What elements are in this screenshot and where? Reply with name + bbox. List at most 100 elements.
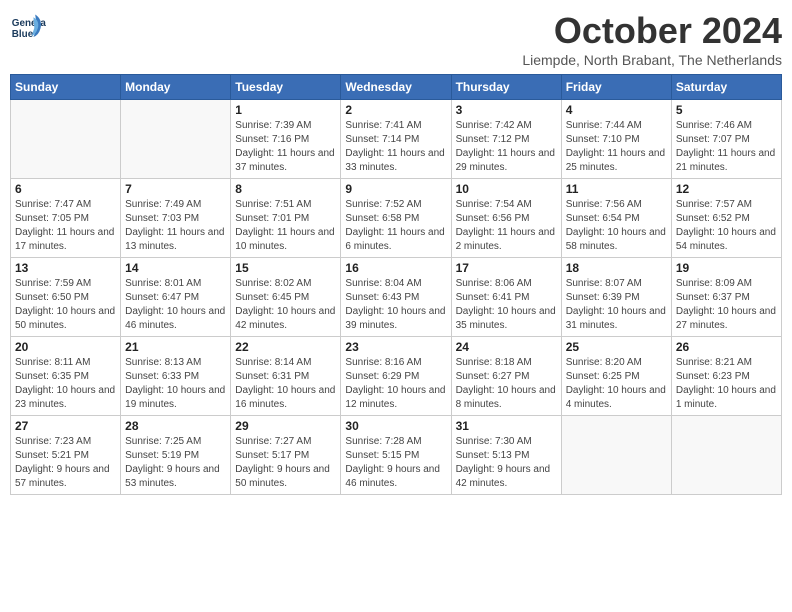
calendar-cell: 28 Sunrise: 7:25 AMSunset: 5:19 PMDayligh… <box>121 416 231 495</box>
calendar-week-2: 6 Sunrise: 7:47 AMSunset: 7:05 PMDaylight… <box>11 179 782 258</box>
month-title: October 2024 <box>522 10 782 52</box>
day-number: 14 <box>125 261 226 275</box>
column-header-saturday: Saturday <box>671 75 781 100</box>
day-detail: Sunrise: 7:56 AMSunset: 6:54 PMDaylight:… <box>566 198 667 254</box>
day-detail: Sunrise: 8:02 AMSunset: 6:45 PMDaylight:… <box>235 277 336 333</box>
day-number: 23 <box>345 340 446 354</box>
calendar-cell <box>11 100 121 179</box>
calendar-cell: 26Sunrise: 8:21 AMSunset: 6:23 PMDayligh… <box>671 337 781 416</box>
day-detail: Sunrise: 7:44 AMSunset: 7:10 PMDaylight:… <box>566 119 667 175</box>
calendar-cell: 12 Sunrise: 7:57 AMSunset: 6:52 PMDayligh… <box>671 179 781 258</box>
logo-icon: General Blue <box>10 10 46 46</box>
day-detail: Sunrise: 7:42 AMSunset: 7:12 PMDaylight:… <box>456 119 557 175</box>
day-detail: Sunrise: 7:51 AMSunset: 7:01 PMDaylight:… <box>235 198 336 254</box>
day-number: 12 <box>676 182 777 196</box>
day-number: 31 <box>456 419 557 433</box>
day-number: 4 <box>566 103 667 117</box>
day-detail: Sunrise: 8:07 AMSunset: 6:39 PMDaylight:… <box>566 277 667 333</box>
day-number: 19 <box>676 261 777 275</box>
calendar-week-4: 20Sunrise: 8:11 AMSunset: 6:35 PMDayligh… <box>11 337 782 416</box>
day-detail: Sunrise: 7:49 AMSunset: 7:03 PMDaylight:… <box>125 198 226 254</box>
calendar-cell: 31 Sunrise: 7:30 AMSunset: 5:13 PMDayligh… <box>451 416 561 495</box>
day-detail: Sunrise: 8:14 AMSunset: 6:31 PMDaylight:… <box>235 356 336 412</box>
day-detail: Sunrise: 8:16 AMSunset: 6:29 PMDaylight:… <box>345 356 446 412</box>
day-detail: Sunrise: 8:20 AMSunset: 6:25 PMDaylight:… <box>566 356 667 412</box>
day-detail: Sunrise: 8:01 AMSunset: 6:47 PMDaylight:… <box>125 277 226 333</box>
svg-text:Blue: Blue <box>12 29 34 40</box>
day-number: 30 <box>345 419 446 433</box>
day-number: 6 <box>15 182 116 196</box>
calendar-week-5: 27Sunrise: 7:23 AMSunset: 5:21 PMDayligh… <box>11 416 782 495</box>
calendar-cell: 25 Sunrise: 8:20 AMSunset: 6:25 PMDayligh… <box>561 337 671 416</box>
day-detail: Sunrise: 8:18 AMSunset: 6:27 PMDaylight:… <box>456 356 557 412</box>
day-number: 28 <box>125 419 226 433</box>
calendar-cell: 27Sunrise: 7:23 AMSunset: 5:21 PMDayligh… <box>11 416 121 495</box>
calendar-cell: 20Sunrise: 8:11 AMSunset: 6:35 PMDayligh… <box>11 337 121 416</box>
calendar-cell: 24 Sunrise: 8:18 AMSunset: 6:27 PMDayligh… <box>451 337 561 416</box>
column-header-tuesday: Tuesday <box>231 75 341 100</box>
calendar-cell <box>671 416 781 495</box>
calendar-cell: 7 Sunrise: 7:49 AMSunset: 7:03 PMDaylight… <box>121 179 231 258</box>
day-detail: Sunrise: 7:41 AMSunset: 7:14 PMDaylight:… <box>345 119 446 175</box>
calendar-cell: 17 Sunrise: 8:06 AMSunset: 6:41 PMDayligh… <box>451 258 561 337</box>
calendar-cell: 4 Sunrise: 7:44 AMSunset: 7:10 PMDaylight… <box>561 100 671 179</box>
calendar-cell: 6 Sunrise: 7:47 AMSunset: 7:05 PMDaylight… <box>11 179 121 258</box>
day-detail: Sunrise: 8:21 AMSunset: 6:23 PMDaylight:… <box>676 356 777 412</box>
day-detail: Sunrise: 7:39 AMSunset: 7:16 PMDaylight:… <box>235 119 336 175</box>
day-number: 29 <box>235 419 336 433</box>
calendar-week-1: 1Sunrise: 7:39 AMSunset: 7:16 PMDaylight… <box>11 100 782 179</box>
column-header-wednesday: Wednesday <box>341 75 451 100</box>
column-header-monday: Monday <box>121 75 231 100</box>
day-detail: Sunrise: 7:54 AMSunset: 6:56 PMDaylight:… <box>456 198 557 254</box>
day-number: 16 <box>345 261 446 275</box>
calendar-cell: 29 Sunrise: 7:27 AMSunset: 5:17 PMDayligh… <box>231 416 341 495</box>
location-subtitle: Liempde, North Brabant, The Netherlands <box>522 52 782 68</box>
day-detail: Sunrise: 7:46 AMSunset: 7:07 PMDaylight:… <box>676 119 777 175</box>
day-detail: Sunrise: 7:27 AMSunset: 5:17 PMDaylight:… <box>235 435 336 491</box>
day-detail: Sunrise: 8:06 AMSunset: 6:41 PMDaylight:… <box>456 277 557 333</box>
calendar-cell: 16Sunrise: 8:04 AMSunset: 6:43 PMDayligh… <box>341 258 451 337</box>
column-header-friday: Friday <box>561 75 671 100</box>
calendar-cell <box>121 100 231 179</box>
calendar-cell: 18 Sunrise: 8:07 AMSunset: 6:39 PMDayligh… <box>561 258 671 337</box>
day-number: 27 <box>15 419 116 433</box>
day-detail: Sunrise: 7:30 AMSunset: 5:13 PMDaylight:… <box>456 435 557 491</box>
calendar-cell: 1Sunrise: 7:39 AMSunset: 7:16 PMDaylight… <box>231 100 341 179</box>
calendar-cell: 8 Sunrise: 7:51 AMSunset: 7:01 PMDaylight… <box>231 179 341 258</box>
day-number: 10 <box>456 182 557 196</box>
calendar-cell <box>561 416 671 495</box>
day-detail: Sunrise: 7:52 AMSunset: 6:58 PMDaylight:… <box>345 198 446 254</box>
day-detail: Sunrise: 8:13 AMSunset: 6:33 PMDaylight:… <box>125 356 226 412</box>
calendar-cell: 14 Sunrise: 8:01 AMSunset: 6:47 PMDayligh… <box>121 258 231 337</box>
day-detail: Sunrise: 7:59 AMSunset: 6:50 PMDaylight:… <box>15 277 116 333</box>
calendar-cell: 13 Sunrise: 7:59 AMSunset: 6:50 PMDayligh… <box>11 258 121 337</box>
day-number: 17 <box>456 261 557 275</box>
day-number: 25 <box>566 340 667 354</box>
calendar-cell: 15 Sunrise: 8:02 AMSunset: 6:45 PMDayligh… <box>231 258 341 337</box>
day-number: 8 <box>235 182 336 196</box>
calendar-cell: 23 Sunrise: 8:16 AMSunset: 6:29 PMDayligh… <box>341 337 451 416</box>
day-number: 13 <box>15 261 116 275</box>
day-detail: Sunrise: 7:28 AMSunset: 5:15 PMDaylight:… <box>345 435 446 491</box>
page-header: General Blue October 2024 Liempde, North… <box>10 10 782 68</box>
day-number: 15 <box>235 261 336 275</box>
day-number: 11 <box>566 182 667 196</box>
day-detail: Sunrise: 8:09 AMSunset: 6:37 PMDaylight:… <box>676 277 777 333</box>
calendar-table: SundayMondayTuesdayWednesdayThursdayFrid… <box>10 74 782 495</box>
day-detail: Sunrise: 7:57 AMSunset: 6:52 PMDaylight:… <box>676 198 777 254</box>
day-number: 5 <box>676 103 777 117</box>
day-number: 24 <box>456 340 557 354</box>
column-header-sunday: Sunday <box>11 75 121 100</box>
day-number: 21 <box>125 340 226 354</box>
day-number: 3 <box>456 103 557 117</box>
day-number: 9 <box>345 182 446 196</box>
calendar-header-row: SundayMondayTuesdayWednesdayThursdayFrid… <box>11 75 782 100</box>
day-number: 20 <box>15 340 116 354</box>
day-detail: Sunrise: 7:25 AMSunset: 5:19 PMDaylight:… <box>125 435 226 491</box>
calendar-cell: 11 Sunrise: 7:56 AMSunset: 6:54 PMDayligh… <box>561 179 671 258</box>
calendar-cell: 19 Sunrise: 8:09 AMSunset: 6:37 PMDayligh… <box>671 258 781 337</box>
day-number: 18 <box>566 261 667 275</box>
day-number: 22 <box>235 340 336 354</box>
day-detail: Sunrise: 7:47 AMSunset: 7:05 PMDaylight:… <box>15 198 116 254</box>
day-number: 7 <box>125 182 226 196</box>
